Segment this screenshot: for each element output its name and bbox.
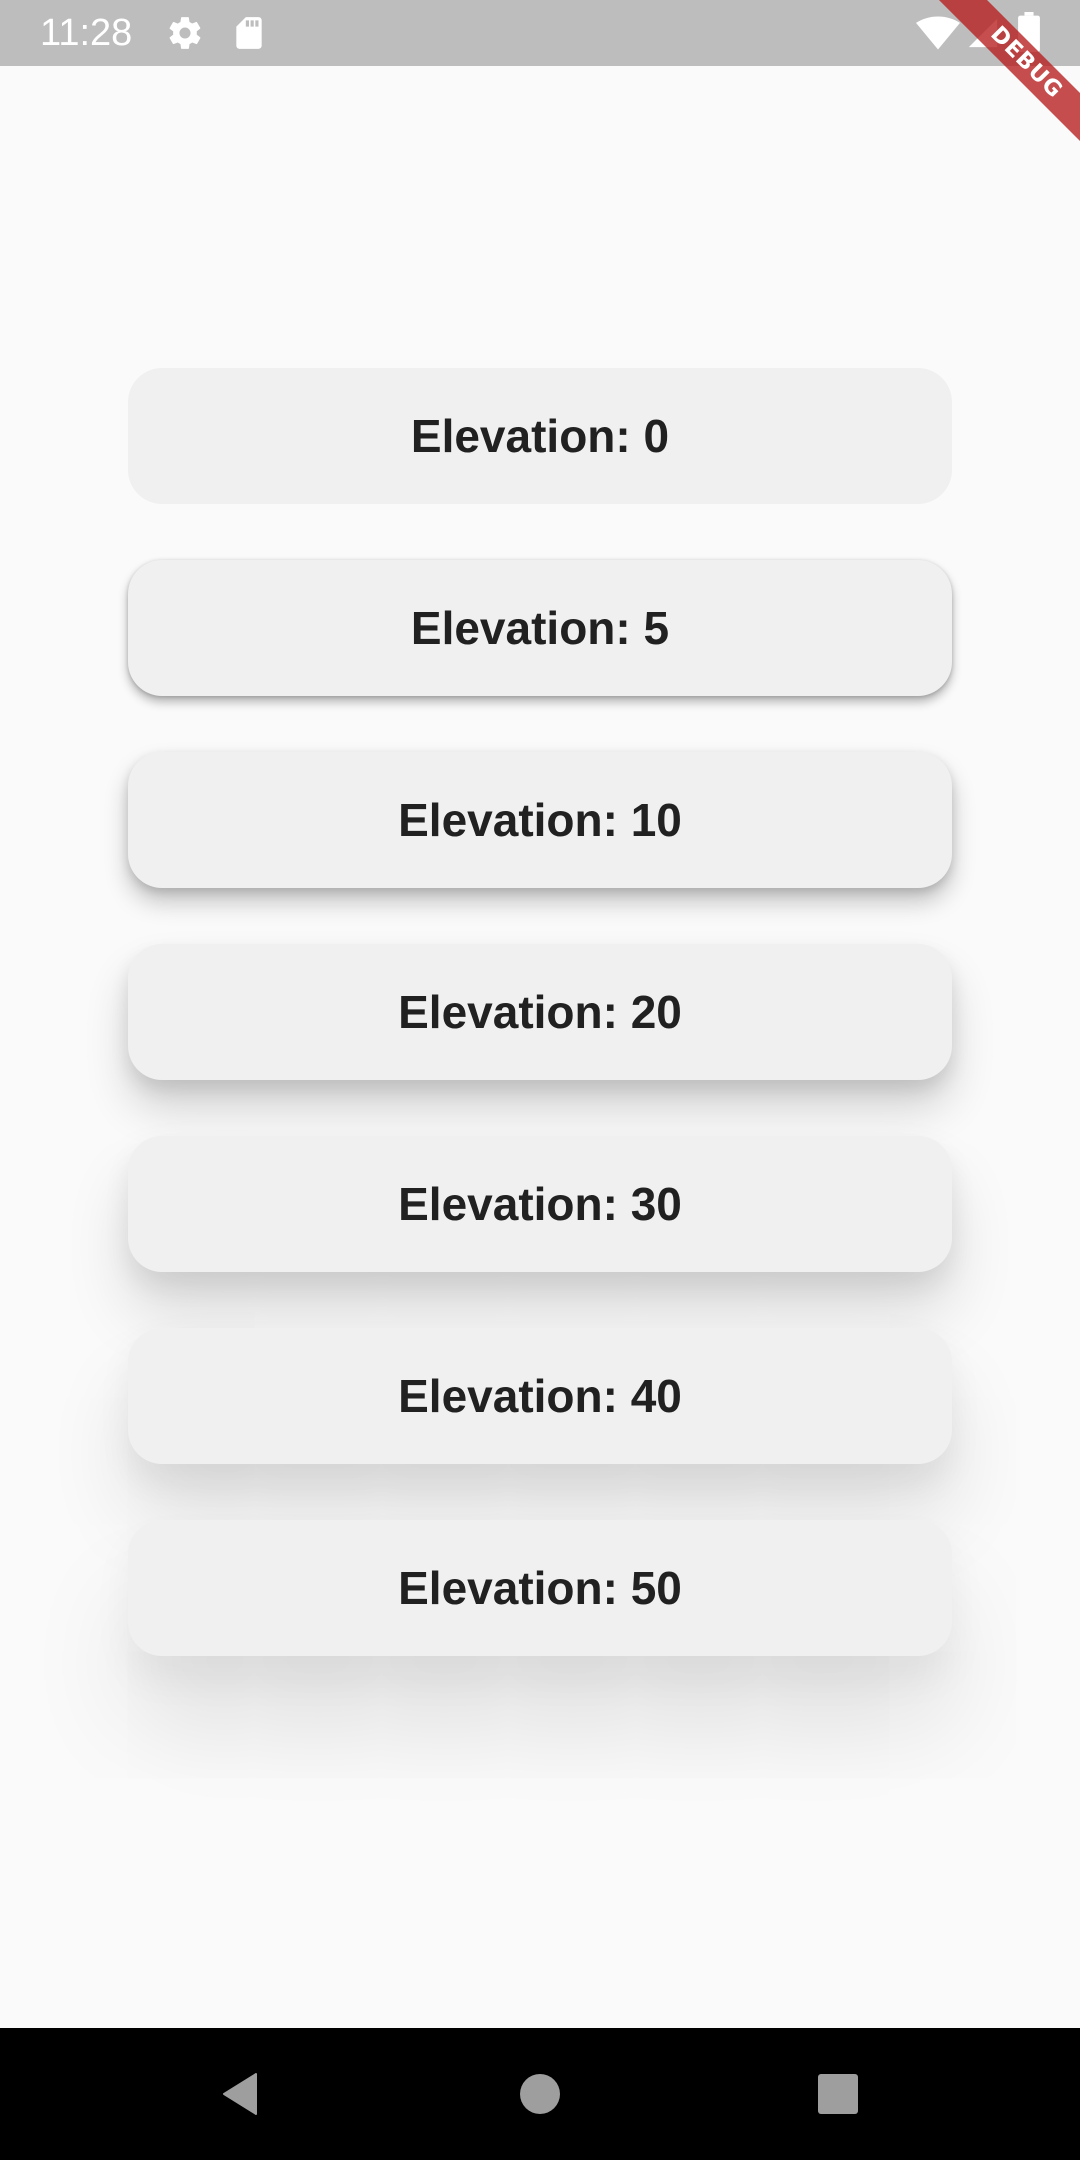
signal-icon bbox=[968, 18, 998, 48]
elevation-card-5[interactable]: Elevation: 5 bbox=[128, 560, 952, 696]
sd-card-icon bbox=[236, 17, 262, 49]
card-label: Elevation: 5 bbox=[410, 602, 670, 654]
elevation-card-30[interactable]: Elevation: 30 bbox=[128, 1136, 952, 1272]
status-time: 11:28 bbox=[40, 12, 133, 54]
card-label: Elevation: 20 bbox=[398, 986, 682, 1038]
card-label: Elevation: 0 bbox=[410, 410, 670, 462]
elevation-card-0[interactable]: Elevation: 0 bbox=[128, 368, 952, 504]
battery-icon bbox=[1018, 12, 1040, 52]
card-label: Elevation: 30 bbox=[398, 1178, 682, 1230]
elevation-card-50[interactable]: Elevation: 50 bbox=[128, 1520, 952, 1656]
recents-icon[interactable] bbox=[814, 2070, 862, 2118]
elevation-card-20[interactable]: Elevation: 20 bbox=[128, 944, 952, 1080]
app-screen: 11:28 DEBUG Elevation: 0 Elevation: 5 El… bbox=[0, 0, 1080, 2160]
wifi-icon bbox=[916, 16, 960, 50]
status-bar: 11:28 bbox=[0, 0, 1080, 66]
home-icon[interactable] bbox=[516, 2070, 564, 2118]
gear-icon bbox=[169, 17, 201, 49]
elevation-card-10[interactable]: Elevation: 10 bbox=[128, 752, 952, 888]
card-label: Elevation: 10 bbox=[398, 794, 682, 846]
navigation-bar bbox=[0, 2028, 1080, 2160]
card-label: Elevation: 50 bbox=[398, 1562, 682, 1614]
card-list: Elevation: 0 Elevation: 5 Elevation: 10 … bbox=[128, 368, 952, 1712]
back-icon[interactable] bbox=[216, 2070, 264, 2118]
card-label: Elevation: 40 bbox=[398, 1370, 682, 1422]
elevation-card-40[interactable]: Elevation: 40 bbox=[128, 1328, 952, 1464]
